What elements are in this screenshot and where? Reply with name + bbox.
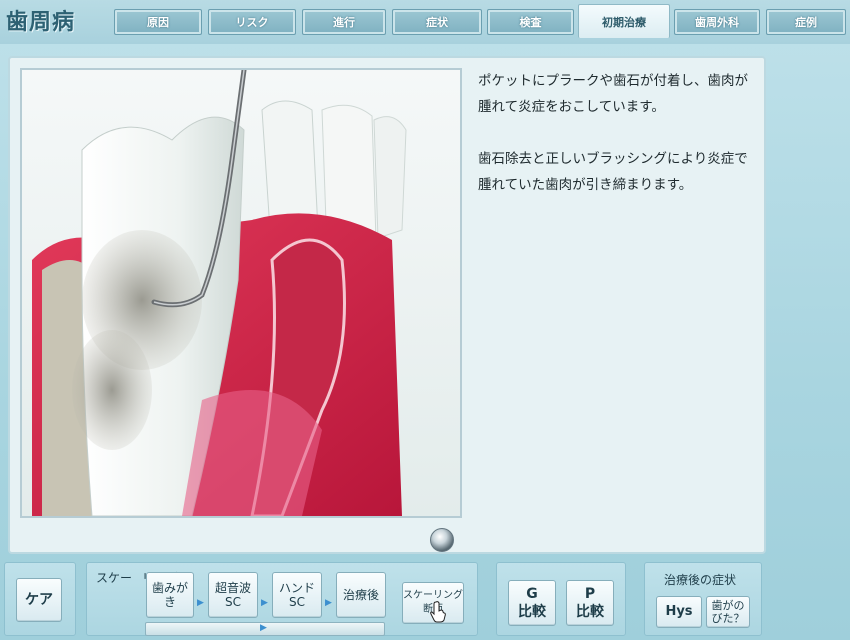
- tab-risk[interactable]: リスク: [208, 9, 296, 35]
- step-ultrasonic-sc-button[interactable]: 超音波 SC: [208, 572, 258, 618]
- step-after-treatment-button[interactable]: 治療後: [336, 572, 386, 618]
- after-symptoms-title: 治療後の症状: [664, 573, 737, 587]
- step-arrow-icon: ▶: [197, 598, 204, 608]
- app-title: 歯周病: [6, 10, 76, 35]
- description-paragraph-2: 歯石除去と正しいブラッシングにより炎症で腫れていた歯肉が引き締まります。: [478, 151, 748, 193]
- tab-progression[interactable]: 進行: [302, 9, 386, 35]
- step-arrow-icon: ▶: [261, 598, 268, 608]
- tooth-extruded-button[interactable]: 歯がの びた？: [706, 596, 750, 628]
- step-arrow-icon: ▶: [325, 598, 332, 608]
- compare-g-button[interactable]: G 比較: [508, 580, 556, 626]
- step-hand-sc-button[interactable]: ハンド SC: [272, 572, 322, 618]
- tab-examination[interactable]: 検査: [487, 9, 574, 35]
- tab-symptoms[interactable]: 症状: [392, 9, 482, 35]
- tooth-scaling-illustration: [20, 68, 462, 518]
- tooth-cross-section-image: [22, 70, 460, 516]
- header-bar: 歯周病 原因 リスク 進行 症状 検査 初期治療 歯周外科 症例: [0, 0, 850, 44]
- step-brushing-button[interactable]: 歯みがき: [146, 572, 194, 618]
- content-panel: ポケットにプラークや歯石が付着し、歯肉が腫れて炎症をおこしています。 歯石除去と…: [8, 56, 766, 554]
- description-text: ポケットにプラークや歯石が付着し、歯肉が腫れて炎症をおこしています。 歯石除去と…: [478, 68, 760, 224]
- hand-cursor-icon: [430, 601, 446, 623]
- tab-periodontal-surgery[interactable]: 歯周外科: [674, 9, 760, 35]
- progress-marker-icon: ▶: [260, 623, 267, 633]
- compare-p-button[interactable]: P 比較: [566, 580, 614, 626]
- description-paragraph-1: ポケットにプラークや歯石が付着し、歯肉が腫れて炎症をおこしています。: [478, 73, 748, 115]
- hys-button[interactable]: Hys: [656, 596, 702, 628]
- care-button[interactable]: ケア: [16, 578, 62, 622]
- play-animation-button[interactable]: [430, 528, 454, 552]
- step-progress-slider[interactable]: ▶: [145, 622, 385, 636]
- tab-cause[interactable]: 原因: [114, 9, 202, 35]
- tab-cases[interactable]: 症例: [766, 9, 846, 35]
- tab-initial-treatment[interactable]: 初期治療: [578, 4, 670, 38]
